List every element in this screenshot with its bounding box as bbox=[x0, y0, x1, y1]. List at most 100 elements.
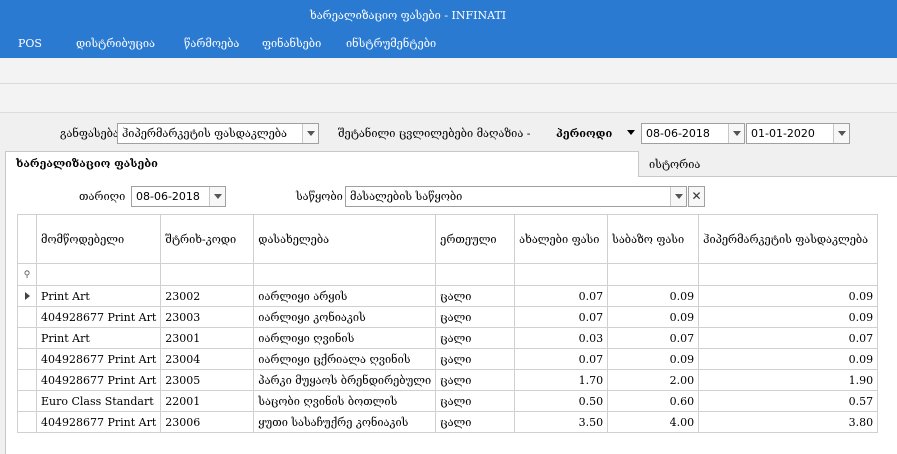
table-row[interactable]: Print Art 23002 იარლიყი არყის ცალი 0.07 0.09 0… bbox=[17, 285, 879, 307]
warehouse-combo[interactable]: მასალების საწყობი bbox=[345, 186, 687, 207]
filter-cell[interactable] bbox=[514, 263, 609, 286]
cell-barcode[interactable]: 23002 bbox=[160, 285, 255, 307]
cell-unit[interactable]: ცალი bbox=[435, 369, 516, 391]
row-indicator[interactable] bbox=[17, 348, 37, 370]
cell-supplier[interactable]: 404928677 Print Art bbox=[35, 369, 162, 391]
period-from-field[interactable]: 08-06-2018 bbox=[641, 123, 745, 144]
cell-supplier[interactable]: 404928677 Print Art bbox=[35, 411, 162, 433]
cell-barcode[interactable]: 23006 bbox=[160, 411, 255, 433]
menu-item-pos[interactable]: POS bbox=[18, 37, 42, 50]
cell-new-price[interactable]: 0.07 bbox=[514, 285, 609, 307]
cell-name[interactable]: ყუთი სასაჩუქრე კონიაკის bbox=[253, 411, 437, 433]
cell-supplier[interactable]: Euro Class Standart bbox=[35, 390, 162, 412]
column-header-new-price[interactable]: ახალები ფასი bbox=[514, 214, 609, 264]
cell-base-price[interactable]: 0.07 bbox=[607, 327, 700, 349]
cell-name[interactable]: იარლიყი ღვინის bbox=[253, 327, 437, 349]
date-field[interactable]: 08-06-2018 bbox=[131, 186, 226, 207]
cell-barcode[interactable]: 22001 bbox=[160, 390, 255, 412]
filter-cell[interactable] bbox=[698, 263, 879, 286]
table-row[interactable]: 404928677 Print Art 23004 იარლიყი ცქრიალა … bbox=[17, 348, 879, 370]
period-to-field[interactable]: 01-01-2020 bbox=[746, 123, 850, 144]
cell-supplier[interactable]: 404928677 Print Art bbox=[35, 348, 162, 370]
cell-discount[interactable]: 0.09 bbox=[698, 285, 879, 307]
filter-cell[interactable] bbox=[35, 263, 162, 286]
pricing-label: განფასება bbox=[60, 127, 119, 140]
cell-new-price[interactable]: 0.07 bbox=[514, 348, 609, 370]
cell-barcode[interactable]: 23001 bbox=[160, 327, 255, 349]
chevron-down-icon[interactable] bbox=[302, 124, 318, 143]
table-row[interactable]: 404928677 Print Art 23006 ყუთი სასაჩუქრე კ… bbox=[17, 411, 879, 433]
cell-new-price[interactable]: 3.50 bbox=[514, 411, 609, 433]
cell-base-price[interactable]: 0.60 bbox=[607, 390, 700, 412]
chevron-down-icon[interactable] bbox=[209, 187, 225, 206]
cell-discount[interactable]: 0.57 bbox=[698, 390, 879, 412]
cell-unit[interactable]: ცალი bbox=[435, 411, 516, 433]
cell-supplier[interactable]: 404928677 Print Art bbox=[35, 306, 162, 328]
pricing-combo[interactable]: ჰიპერმარკეტის ფასდაკლება bbox=[117, 123, 319, 144]
cell-discount[interactable]: 0.09 bbox=[698, 306, 879, 328]
column-header-supplier[interactable]: მომწოდებელი bbox=[35, 214, 162, 264]
cell-base-price[interactable]: 2.00 bbox=[607, 369, 700, 391]
period-from-value: 08-06-2018 bbox=[646, 127, 710, 140]
filter-cell[interactable] bbox=[253, 263, 437, 286]
table-row[interactable]: 404928677 Print Art 23003 იარლიყი კონიაკის… bbox=[17, 306, 879, 328]
chevron-down-icon[interactable] bbox=[728, 124, 744, 143]
menu-item-tools[interactable]: ინსტრუმენტები bbox=[346, 37, 436, 50]
cell-base-price[interactable]: 0.09 bbox=[607, 348, 700, 370]
column-header-name[interactable]: დასახელება bbox=[253, 214, 437, 264]
cell-discount[interactable]: 3.80 bbox=[698, 411, 879, 433]
table-row[interactable]: 404928677 Print Art 23005 პარკი მუყაოს ბრე… bbox=[17, 369, 879, 391]
cell-name[interactable]: იარლიყი კონიაკის bbox=[253, 306, 437, 328]
cell-unit[interactable]: ცალი bbox=[435, 390, 516, 412]
filter-cell[interactable] bbox=[607, 263, 700, 286]
cell-unit[interactable]: ცალი bbox=[435, 306, 516, 328]
cell-name[interactable]: საცობი ღვინის ბოთლის bbox=[253, 390, 437, 412]
prices-grid: მომწოდებელი შტრიხ-კოდი დასახელება ერთეულ… bbox=[17, 214, 887, 433]
chevron-down-icon[interactable] bbox=[670, 187, 686, 206]
cell-new-price[interactable]: 1.70 bbox=[514, 369, 609, 391]
row-indicator-header bbox=[17, 214, 37, 264]
cell-name[interactable]: პარკი მუყაოს ბრენდირებული bbox=[253, 369, 437, 391]
menu-item-finance[interactable]: ფინანსები bbox=[262, 37, 321, 50]
row-indicator[interactable] bbox=[17, 369, 37, 391]
cell-discount[interactable]: 0.07 bbox=[698, 327, 879, 349]
filter-cell[interactable] bbox=[435, 263, 516, 286]
cell-barcode[interactable]: 23003 bbox=[160, 306, 255, 328]
cell-unit[interactable]: ცალი bbox=[435, 348, 516, 370]
filter-cell[interactable] bbox=[160, 263, 255, 286]
cell-discount[interactable]: 1.90 bbox=[698, 369, 879, 391]
column-header-hypermarket-discount[interactable]: ჰიპერმარკეტის ფასდაკლება bbox=[698, 214, 879, 264]
row-indicator[interactable] bbox=[17, 327, 37, 349]
cell-base-price[interactable]: 4.00 bbox=[607, 411, 700, 433]
column-header-unit[interactable]: ერთეული bbox=[435, 214, 516, 264]
cell-barcode[interactable]: 23004 bbox=[160, 348, 255, 370]
cell-new-price[interactable]: 0.03 bbox=[514, 327, 609, 349]
column-header-barcode[interactable]: შტრიხ-კოდი bbox=[160, 214, 255, 264]
cell-base-price[interactable]: 0.09 bbox=[607, 285, 700, 307]
tab-sale-prices[interactable]: ხარეალიზაციო ფასები bbox=[5, 151, 639, 177]
row-indicator[interactable] bbox=[17, 390, 37, 412]
table-row[interactable]: Print Art 23001 იარლიყი ღვინის ცალი 0.03 0.07… bbox=[17, 327, 879, 349]
cell-unit[interactable]: ცალი bbox=[435, 327, 516, 349]
period-dropdown-icon[interactable] bbox=[627, 130, 635, 135]
column-header-base-price[interactable]: საბაზო ფასი bbox=[607, 214, 700, 264]
cell-supplier[interactable]: Print Art bbox=[35, 327, 162, 349]
menu-item-production[interactable]: წარმოება bbox=[184, 37, 239, 50]
cell-unit[interactable]: ცალი bbox=[435, 285, 516, 307]
cell-base-price[interactable]: 0.09 bbox=[607, 306, 700, 328]
row-indicator[interactable] bbox=[17, 285, 37, 307]
cell-new-price[interactable]: 0.50 bbox=[514, 390, 609, 412]
cell-name[interactable]: იარლიყი ცქრიალა ღვინის bbox=[253, 348, 437, 370]
row-indicator[interactable] bbox=[17, 411, 37, 433]
chevron-down-icon[interactable] bbox=[833, 124, 849, 143]
clear-icon[interactable]: ✕ bbox=[688, 186, 705, 207]
cell-new-price[interactable]: 0.07 bbox=[514, 306, 609, 328]
tab-history[interactable]: ისტორია bbox=[639, 154, 897, 177]
cell-name[interactable]: იარლიყი არყის bbox=[253, 285, 437, 307]
cell-barcode[interactable]: 23005 bbox=[160, 369, 255, 391]
cell-supplier[interactable]: Print Art bbox=[35, 285, 162, 307]
menu-item-distribution[interactable]: დისტრიბუცია bbox=[76, 37, 155, 50]
table-row[interactable]: Euro Class Standart 22001 საცობი ღვინის ბო… bbox=[17, 390, 879, 412]
cell-discount[interactable]: 0.09 bbox=[698, 348, 879, 370]
row-indicator[interactable] bbox=[17, 306, 37, 328]
